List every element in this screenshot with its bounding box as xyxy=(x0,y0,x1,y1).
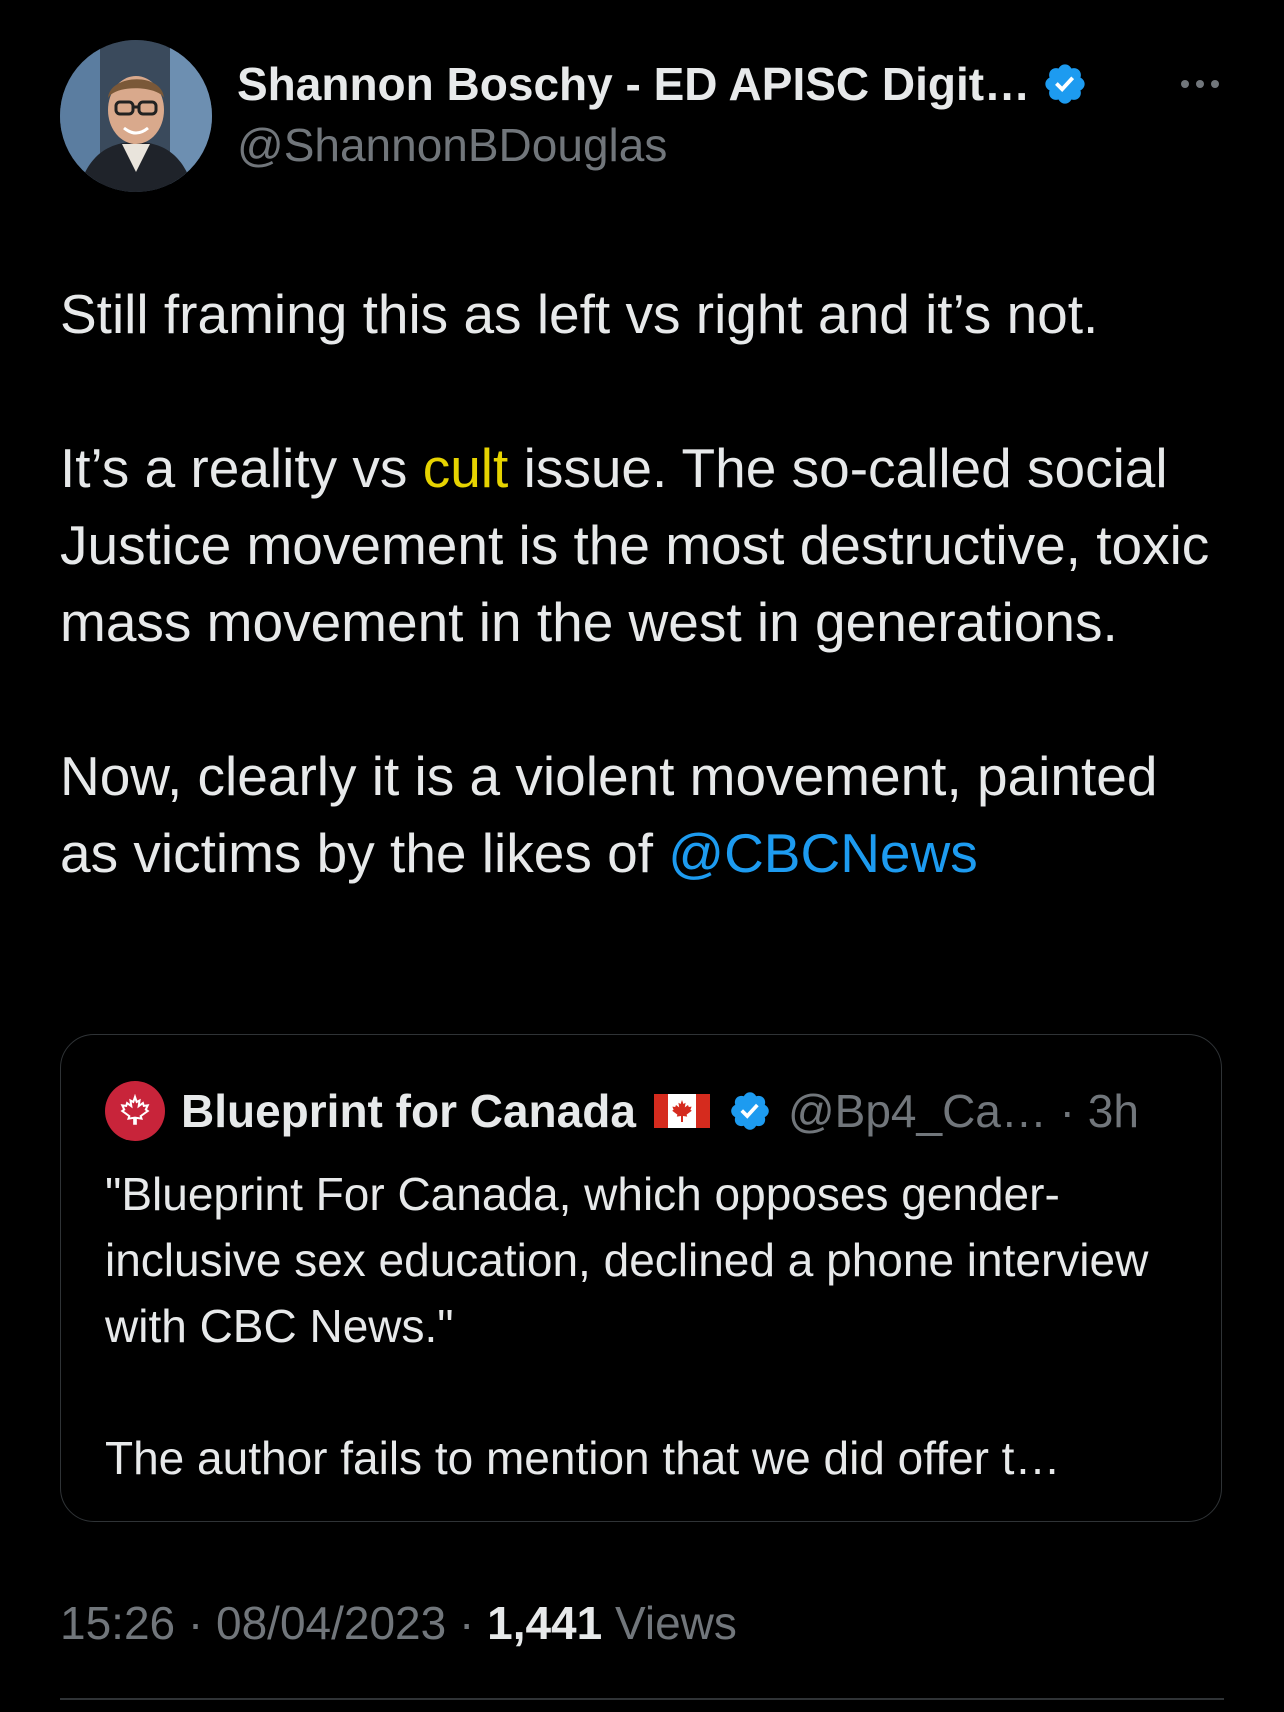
tweet-text-span: Now, clearly it is a violent movement, p… xyxy=(60,745,1158,884)
quoted-author-handle-time: @Bp4_Ca… · 3h xyxy=(787,1085,1139,1137)
tweet-text: Still framing this as left vs right and … xyxy=(60,276,1230,892)
verified-badge-icon[interactable] xyxy=(1042,61,1088,107)
quoted-paragraph-1: "Blueprint For Canada, which opposes gen… xyxy=(105,1168,1149,1352)
author-avatar-image xyxy=(60,40,212,192)
quoted-tweet-card[interactable]: Blueprint for Canada @Bp4_Ca… · 3h "Blue… xyxy=(60,1034,1222,1522)
divider xyxy=(60,1698,1224,1700)
tweet-meta: 15:26 · 08/04/2023 · 1,441 Views xyxy=(60,1596,737,1650)
maple-leaf-icon xyxy=(120,1094,150,1125)
tweet-timestamp[interactable]: 15:26 · 08/04/2023 · xyxy=(60,1597,487,1649)
quoted-paragraph-2: The author fails to mention that we did … xyxy=(105,1432,1061,1484)
more-dot xyxy=(1181,80,1189,88)
tweet-paragraph-3: Now, clearly it is a violent movement, p… xyxy=(60,738,1230,892)
author-name[interactable]: Shannon Boschy - ED APISC Digit… xyxy=(237,57,1030,111)
tweet-paragraph-1: Still framing this as left vs right and … xyxy=(60,283,1099,345)
tweet-paragraph-2: It’s a reality vs cult issue. The so-cal… xyxy=(60,430,1230,661)
more-dot xyxy=(1211,80,1219,88)
views-label: Views xyxy=(602,1597,737,1649)
quoted-tweet-text: "Blueprint For Canada, which opposes gen… xyxy=(105,1161,1185,1491)
mention-link[interactable]: @CBCNews xyxy=(668,822,977,884)
author-name-row: Shannon Boschy - ED APISC Digit… xyxy=(237,52,1088,116)
quoted-author-avatar[interactable] xyxy=(105,1081,165,1141)
tweet-text-span: It’s a reality vs xyxy=(60,437,423,499)
quoted-author-name[interactable]: Blueprint for Canada xyxy=(181,1084,636,1138)
author-handle[interactable]: @ShannonBDouglas xyxy=(237,118,667,172)
views-count: 1,441 xyxy=(487,1597,603,1649)
more-horizontal-icon[interactable] xyxy=(1172,64,1228,104)
verified-badge-icon xyxy=(731,1092,769,1130)
canada-flag-icon xyxy=(653,1094,710,1128)
more-dot xyxy=(1196,80,1204,88)
highlighted-word: cult xyxy=(422,437,509,499)
author-avatar[interactable] xyxy=(60,40,212,192)
quoted-tweet-header: Blueprint for Canada @Bp4_Ca… · 3h xyxy=(105,1079,1139,1143)
